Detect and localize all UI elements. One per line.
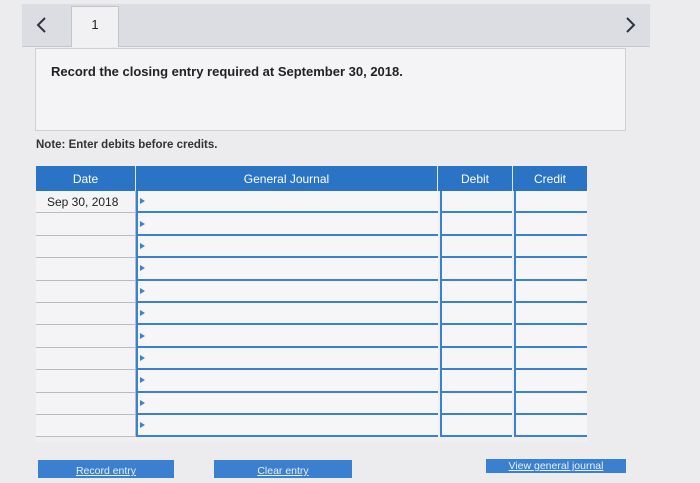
debit-input[interactable] (440, 347, 512, 371)
journal-entry-table: Date General Journal Debit Credit Sep 30… (36, 166, 587, 442)
tab-question-1[interactable]: 1 (71, 6, 119, 47)
dropdown-indicator-icon (140, 332, 145, 339)
date-cell (36, 347, 136, 371)
debit-input[interactable] (440, 303, 512, 326)
date-cell (36, 235, 136, 259)
tab-label: 1 (91, 17, 99, 32)
dropdown-indicator-icon (140, 377, 145, 384)
question-nav-bar: 1 (22, 4, 650, 47)
credit-input[interactable] (514, 213, 587, 236)
column-header-debit: Debit (438, 166, 513, 191)
debit-input[interactable] (440, 213, 512, 236)
date-cell (36, 303, 136, 326)
debit-input[interactable] (440, 325, 512, 348)
date-cell: Sep 30, 2018 (36, 191, 136, 214)
view-general-journal-button[interactable]: View general journal (486, 459, 626, 473)
instruction-note: Note: Enter debits before credits. (36, 139, 218, 151)
account-input[interactable] (136, 235, 438, 259)
dropdown-indicator-icon (140, 354, 145, 361)
table-row (36, 280, 587, 303)
credit-input[interactable] (514, 280, 587, 303)
account-input[interactable] (136, 370, 438, 393)
dropdown-indicator-icon (140, 265, 145, 272)
debit-input[interactable] (440, 415, 512, 438)
credit-input[interactable] (514, 347, 587, 371)
date-cell (36, 213, 136, 236)
debit-input[interactable] (440, 370, 512, 393)
account-input[interactable] (136, 303, 438, 326)
credit-input[interactable] (514, 191, 587, 214)
table-row (36, 347, 587, 371)
account-input[interactable] (136, 191, 438, 214)
account-input[interactable] (136, 280, 438, 303)
table-row: Sep 30, 2018 (36, 191, 587, 214)
credit-input[interactable] (514, 415, 587, 438)
account-input[interactable] (136, 325, 438, 348)
table-row (36, 303, 587, 326)
credit-input[interactable] (514, 325, 587, 348)
question-box: Record the closing entry required at Sep… (35, 48, 626, 131)
column-header-date: Date (36, 166, 136, 191)
column-header-credit: Credit (513, 166, 587, 191)
dropdown-indicator-icon (140, 422, 145, 429)
credit-input[interactable] (514, 235, 587, 259)
debit-input[interactable] (440, 235, 512, 259)
date-cell (36, 415, 136, 438)
debit-input[interactable] (440, 191, 512, 214)
column-header-general-journal: General Journal (136, 166, 438, 191)
table-row (36, 370, 587, 393)
dropdown-indicator-icon (140, 287, 145, 294)
chevron-left-icon (36, 17, 46, 33)
account-input[interactable] (136, 347, 438, 371)
date-cell (36, 392, 136, 415)
account-input[interactable] (136, 415, 438, 438)
debit-input[interactable] (440, 280, 512, 303)
dropdown-indicator-icon (140, 198, 145, 205)
debit-input[interactable] (440, 258, 512, 281)
question-text: Record the closing entry required at Sep… (51, 64, 403, 79)
credit-input[interactable] (514, 303, 587, 326)
date-cell (36, 325, 136, 348)
prev-question-button[interactable] (28, 10, 56, 40)
date-cell (36, 370, 136, 393)
next-question-button[interactable] (616, 10, 644, 40)
account-input[interactable] (136, 258, 438, 281)
table-row (36, 415, 587, 438)
table-row (36, 213, 587, 236)
debit-input[interactable] (440, 392, 512, 415)
table-row (36, 325, 587, 348)
table-row (36, 235, 587, 259)
credit-input[interactable] (514, 392, 587, 415)
record-entry-button[interactable]: Record entry (38, 460, 174, 478)
credit-input[interactable] (514, 370, 587, 393)
date-cell (36, 280, 136, 303)
account-input[interactable] (136, 392, 438, 415)
table-row (36, 392, 587, 415)
dropdown-indicator-icon (140, 310, 145, 317)
dropdown-indicator-icon (140, 399, 145, 406)
credit-input[interactable] (514, 258, 587, 281)
date-cell (36, 258, 136, 281)
dropdown-indicator-icon (140, 220, 145, 227)
chevron-right-icon (626, 17, 636, 33)
page: 1 Record the closing entry required at S… (0, 0, 700, 483)
account-input[interactable] (136, 213, 438, 236)
clear-entry-button[interactable]: Clear entry (214, 460, 352, 478)
dropdown-indicator-icon (140, 242, 145, 249)
table-row (36, 258, 587, 281)
